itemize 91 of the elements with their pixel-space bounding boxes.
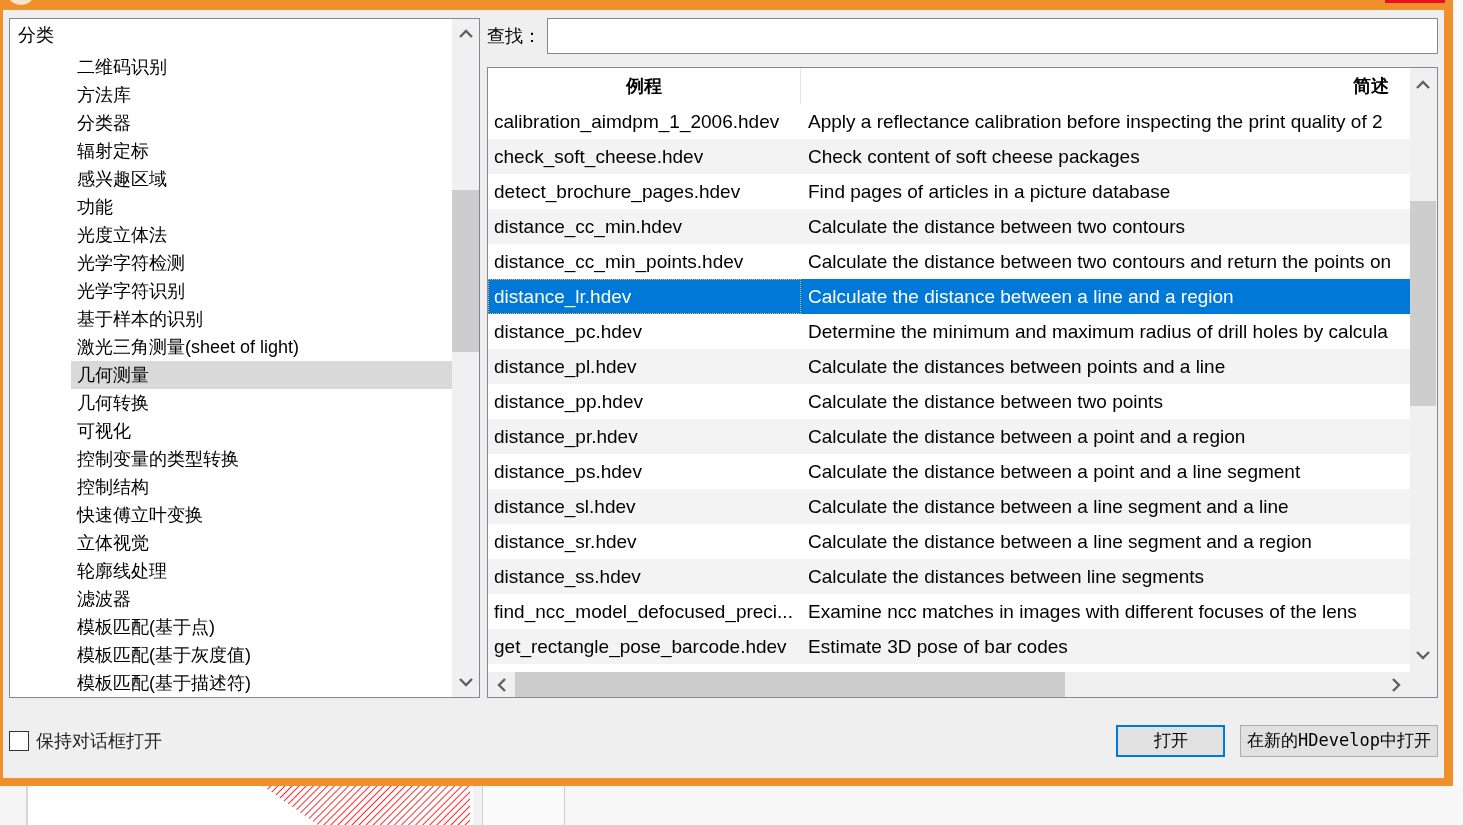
- table-cell-text: Determine the minimum and maximum radius of drill holes by calcula: [807, 320, 1389, 344]
- dialog-button[interactable]: 打开: [1116, 724, 1226, 757]
- table-cell-text: distance_pl.hdev: [493, 355, 638, 380]
- table-row[interactable]: distance_pl.hdev Calculate the distances between points and a line: [488, 349, 1410, 384]
- table-row[interactable]: get_rectangle_pose_barcode.hdev Estimate 3D pose of bar codes: [488, 629, 1410, 664]
- tree-item[interactable]: 基于样本的识别: [71, 305, 452, 333]
- table-cell-text: distance_cc_min_points.hdev: [493, 250, 745, 275]
- table-cell-text: Check content of soft cheese packages: [807, 145, 1141, 169]
- table-cell-text: Estimate 3D pose of bar codes: [807, 635, 1069, 659]
- table-row[interactable]: distance_sl.hdev Calculate the distance between a line segment and a line: [488, 489, 1410, 524]
- table-cell-text: Calculate the distance between a point and a line segment: [807, 460, 1302, 484]
- table-cell-text: Calculate the distance between two points: [807, 390, 1164, 414]
- table-cell-text: detect_brochure_pages.hdev: [493, 180, 742, 205]
- search-field[interactable]: [547, 18, 1438, 54]
- tree-item[interactable]: 控制变量的类型转换: [71, 445, 452, 473]
- chevron-left-icon[interactable]: [497, 677, 506, 692]
- table-cell-text: check_soft_cheese.hdev: [493, 145, 705, 170]
- table-cell-text: Calculate the distances between points and a line: [807, 355, 1227, 379]
- checkbox-label: 保持对话框打开: [36, 729, 162, 753]
- dialog-button[interactable]: 在新的HDevelop中打开: [1240, 724, 1438, 757]
- chevron-down-icon[interactable]: [458, 678, 473, 687]
- table-row[interactable]: distance_pc.hdev Determine the minimum and maximum radius of drill holes by calcula: [488, 314, 1410, 349]
- table-row[interactable]: distance_lr.hdev Calculate the distance between a line and a region: [488, 279, 1410, 314]
- tree-item[interactable]: 光度立体法: [71, 221, 452, 249]
- tree-item[interactable]: 光学字符检测: [71, 249, 452, 277]
- table-row[interactable]: check_soft_cheese.hdev Check content of soft cheese packages: [488, 139, 1410, 174]
- tree-item[interactable]: 分类器: [71, 109, 452, 137]
- tree-item[interactable]: 轮廓线处理: [71, 557, 452, 585]
- table-cell-text: Calculate the distance between a line and a region: [807, 285, 1235, 309]
- table-cell-text: Find pages of articles in a picture database: [807, 180, 1172, 204]
- tree-item[interactable]: 辐射定标: [71, 137, 452, 165]
- scrollbar-thumb[interactable]: [452, 190, 479, 352]
- tree-item[interactable]: 二维码识别: [71, 53, 452, 81]
- scrollbar-thumb[interactable]: [1410, 201, 1436, 406]
- table-row[interactable]: find_ncc_model_defocused_preci... Examine ncc matches in images with different focuses of the lens: [488, 594, 1410, 629]
- tree-item[interactable]: 光学字符识别: [71, 277, 452, 305]
- tree-item[interactable]: 滤波器: [71, 585, 452, 613]
- tree-item[interactable]: 可视化: [71, 417, 452, 445]
- table-cell-text: Examine ncc matches in images with different focuses of the lens: [807, 600, 1358, 624]
- tree-item[interactable]: 模板匹配(基于点): [71, 613, 452, 641]
- table-row[interactable]: distance_cc_min_points.hdev Calculate the distance between two contours and return the points on: [488, 244, 1410, 279]
- table-cell-text: Calculate the distance between a point and a region: [807, 425, 1247, 449]
- tree-item[interactable]: 快速傅立叶变换: [71, 501, 452, 529]
- table-row[interactable]: detect_brochure_pages.hdev Find pages of articles in a picture database: [488, 174, 1410, 209]
- table-cell-text: Calculate the distance between a line segment and a line: [807, 495, 1290, 519]
- tree-item[interactable]: 分类: [12, 21, 452, 49]
- table-row[interactable]: distance_ps.hdev Calculate the distance between a point and a line segment: [488, 454, 1410, 489]
- table-cell-text: Apply a reflectance calibration before inspecting the print quality of 2: [807, 110, 1384, 134]
- table-cell-text: distance_sl.hdev: [493, 495, 637, 520]
- table-cell-text: distance_pp.hdev: [493, 390, 644, 415]
- table-cell-text: distance_pr.hdev: [493, 425, 639, 450]
- table-cell-text: Calculate the distance between a line segment and a region: [807, 530, 1313, 554]
- table-cell-text: get_rectangle_pose_barcode.hdev: [493, 635, 788, 660]
- tree-item[interactable]: 控制结构: [71, 473, 452, 501]
- table-cell-text: distance_ss.hdev: [493, 565, 642, 590]
- tree-item[interactable]: 几何测量: [71, 361, 452, 389]
- chevron-up-icon[interactable]: [1416, 80, 1430, 89]
- table-cell-text: Calculate the distance between two contours and return the points on: [807, 250, 1393, 274]
- tree-item[interactable]: 激光三角测量(sheet of light): [71, 333, 452, 361]
- column-header[interactable]: 例程: [488, 68, 801, 104]
- table-cell-text: distance_ps.hdev: [493, 460, 643, 485]
- app-icon: [8, 0, 34, 5]
- chevron-right-icon[interactable]: [1392, 677, 1401, 692]
- tree-item[interactable]: 几何转换: [71, 389, 452, 417]
- window-frame: [473, 786, 483, 825]
- table-row[interactable]: distance_pr.hdev Calculate the distance between a point and a region: [488, 419, 1410, 454]
- checkbox[interactable]: [9, 730, 29, 751]
- table-cell-text: distance_sr.hdev: [493, 530, 638, 555]
- tree-item[interactable]: 立体视觉: [71, 529, 452, 557]
- table-row[interactable]: distance_ss.hdev Calculate the distances between line segments: [488, 559, 1410, 594]
- scrollbar-thumb[interactable]: [515, 672, 1065, 697]
- tree-item[interactable]: 感兴趣区域: [71, 165, 452, 193]
- chevron-down-icon[interactable]: [1416, 651, 1430, 660]
- table-row[interactable]: calibration_aimdpm_1_2006.hdev Apply a reflectance calibration before inspecting the print quality of 2: [488, 104, 1410, 139]
- table-cell-text: distance_pc.hdev: [493, 320, 643, 345]
- tree-item[interactable]: 功能: [71, 193, 452, 221]
- table-row[interactable]: distance_sr.hdev Calculate the distance between a line segment and a region: [488, 524, 1410, 559]
- table-row[interactable]: distance_cc_min.hdev Calculate the distance between two contours: [488, 209, 1410, 244]
- table-cell-text: find_ncc_model_defocused_preci...: [493, 600, 794, 625]
- table-cell-text: Calculate the distance between two contours: [807, 215, 1187, 239]
- tree-item[interactable]: 方法库: [71, 81, 452, 109]
- table-cell-text: calibration_aimdpm_1_2006.hdev: [493, 110, 781, 135]
- tree-item[interactable]: 模板匹配(基于描述符): [71, 669, 452, 697]
- column-header[interactable]: 简述: [801, 68, 1410, 104]
- table-cell-text: distance_cc_min.hdev: [493, 215, 683, 240]
- table-row[interactable]: distance_pp.hdev Calculate the distance between two points: [488, 384, 1410, 419]
- chevron-up-icon[interactable]: [458, 29, 473, 38]
- table-cell-text: Calculate the distances between line segments: [807, 565, 1206, 589]
- search-label: 查找：: [487, 25, 541, 48]
- table-cell: distance_lr.hdev: [488, 279, 801, 314]
- tree-item[interactable]: 模板匹配(基于灰度值): [71, 641, 452, 669]
